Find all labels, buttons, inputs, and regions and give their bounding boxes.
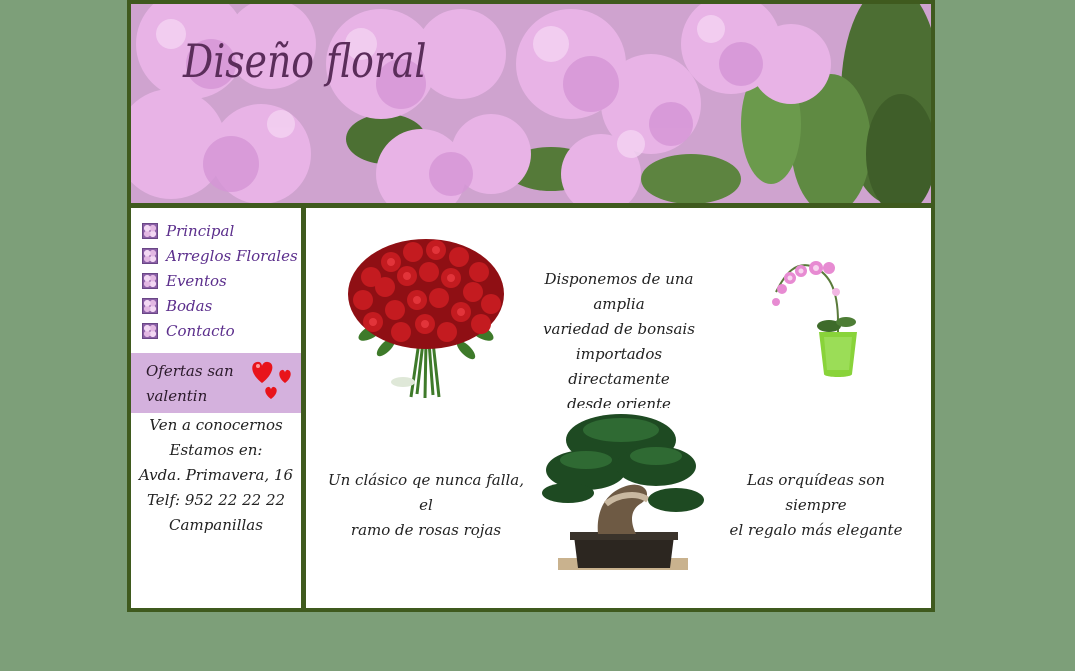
nav-item-arreglos-florales[interactable]: Arreglos Florales bbox=[131, 243, 301, 268]
orchid-image bbox=[772, 261, 857, 377]
bonsai-text-line-3: importados directamente bbox=[568, 345, 670, 388]
flower-bullet-icon bbox=[142, 322, 158, 339]
nav-link-eventos[interactable]: Eventos bbox=[166, 272, 227, 290]
contact-info: Ven a conocernos Estamos en: Avda. Prima… bbox=[131, 413, 301, 538]
nav-item-bodas[interactable]: Bodas bbox=[131, 293, 301, 318]
roses-text-line-1: Un clásico qe nunca falla, el bbox=[327, 471, 525, 514]
main-content: Disponemos de una amplia variedad de bon… bbox=[306, 208, 931, 608]
header-banner: Diseño floral bbox=[131, 4, 931, 203]
offer-line-2: valentin bbox=[146, 387, 208, 405]
flower-bullet-icon bbox=[142, 222, 158, 239]
nav-item-eventos[interactable]: Eventos bbox=[131, 268, 301, 293]
bonsai-description: Disponemos de una amplia variedad de bon… bbox=[524, 267, 714, 417]
bonsai-text-line-2: variedad de bonsais bbox=[543, 320, 695, 338]
orchid-text-line-1: Las orquídeas son siempre bbox=[747, 471, 885, 514]
roses-text-line-2: ramo de rosas rojas bbox=[350, 521, 502, 539]
bonsai-image bbox=[536, 408, 711, 573]
nav-link-contacto[interactable]: Contacto bbox=[166, 322, 235, 340]
orchid-description: Las orquídeas son siempre el regalo más … bbox=[721, 468, 911, 543]
nav-link-bodas[interactable]: Bodas bbox=[166, 297, 212, 315]
nav-menu: Principal Arreglos Florales Eventos Boda… bbox=[131, 208, 301, 343]
contact-phone: Telf: 952 22 22 22 bbox=[146, 491, 286, 509]
nav-link-arreglos-florales[interactable]: Arreglos Florales bbox=[166, 247, 298, 265]
hearts-icon bbox=[252, 361, 291, 399]
roses-bouquet-image bbox=[341, 232, 511, 402]
contact-address: Avda. Primavera, 16 bbox=[138, 466, 294, 484]
contact-line-2: Estamos en: bbox=[169, 441, 263, 459]
orchid-text-line-2: el regalo más elegante bbox=[729, 521, 903, 539]
flower-bullet-icon bbox=[142, 272, 158, 289]
contact-line-1: Ven a conocernos bbox=[149, 416, 283, 434]
offer-text: Ofertas san valentin bbox=[146, 359, 246, 409]
contact-locality: Campanillas bbox=[169, 516, 263, 534]
offer-banner[interactable]: Ofertas san valentin bbox=[131, 353, 301, 413]
site-title: Diseño floral bbox=[183, 34, 427, 88]
bonsai-text-line-1: Disponemos de una amplia bbox=[544, 270, 694, 313]
flower-bullet-icon bbox=[142, 247, 158, 264]
page-frame: Diseño floral Principal Arreglos Florale… bbox=[127, 0, 935, 612]
offer-line-1: Ofertas san bbox=[146, 362, 234, 380]
flower-bullet-icon bbox=[142, 297, 158, 314]
nav-link-principal[interactable]: Principal bbox=[166, 222, 234, 240]
nav-item-contacto[interactable]: Contacto bbox=[131, 318, 301, 343]
sidebar: Principal Arreglos Florales Eventos Boda… bbox=[131, 208, 301, 608]
nav-item-principal[interactable]: Principal bbox=[131, 218, 301, 243]
roses-description: Un clásico qe nunca falla, el ramo de ro… bbox=[321, 468, 531, 543]
